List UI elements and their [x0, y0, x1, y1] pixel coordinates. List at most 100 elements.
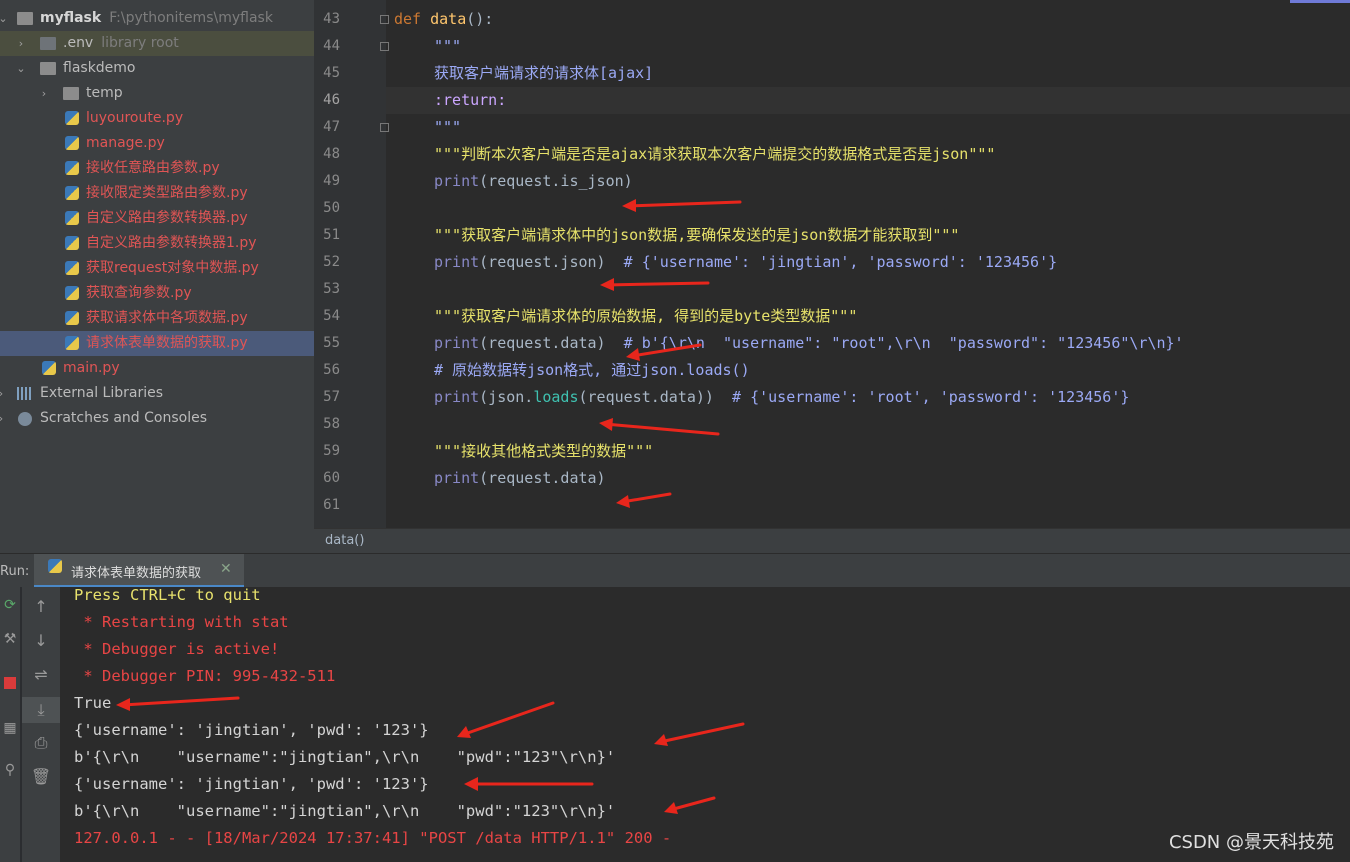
run-tab[interactable]: 请求体表单数据的获取 ✕ [34, 554, 244, 588]
line-number: 53 [323, 281, 340, 297]
chevron-right-icon[interactable]: › [37, 81, 51, 106]
tree-file[interactable]: 获取请求体中各项数据.py [0, 306, 314, 331]
tree-item-label: 接收限定类型路由参数.py [86, 185, 248, 201]
console-line: Press CTRL+C to quit [74, 587, 261, 604]
rerun-icon[interactable]: ⟳ [0, 597, 20, 613]
tree-item-label: 获取request对象中数据.py [86, 260, 259, 276]
breadcrumb-item[interactable]: data() [325, 533, 364, 548]
soft-wrap-icon[interactable]: ⇌ [22, 665, 60, 684]
console-line: * Debugger is active! [74, 640, 280, 658]
tree-item-label: Scratches and Consoles [40, 410, 207, 426]
run-tab-title: 请求体表单数据的获取 [71, 566, 202, 581]
line-number: 55 [323, 335, 340, 351]
python-file-icon [65, 311, 79, 325]
code-editor[interactable]: 43 44 45 46 47 48 49 50 51 52 53 54 55 5… [314, 0, 1350, 528]
layout-icon[interactable]: ▦ [0, 720, 20, 736]
tree-item-label: 自定义路由参数转换器1.py [86, 235, 257, 251]
code-line: """判断本次客户端是否是ajax请求获取本次客户端提交的数据格式是否是json… [434, 145, 996, 163]
tree-item-label: luyouroute.py [86, 110, 184, 126]
run-tool-window-header: Run: 请求体表单数据的获取 ✕ [0, 553, 1350, 588]
library-icon [17, 387, 33, 400]
chevron-down-icon[interactable]: ⌄ [14, 56, 28, 81]
stop-icon[interactable] [0, 677, 20, 693]
breadcrumb[interactable]: data() [314, 528, 1350, 553]
tree-file[interactable]: 接收任意路由参数.py [0, 156, 314, 181]
code-line: # 原始数据转json格式, 通过json.loads() [434, 361, 750, 379]
tree-file[interactable]: luyouroute.py [0, 106, 314, 131]
tree-file-main[interactable]: main.py [0, 356, 314, 381]
tree-item-temp[interactable]: › temp [0, 81, 314, 106]
tree-item-env[interactable]: › .env library root [0, 31, 314, 56]
code-line: print(request.json) # {'username': 'jing… [434, 253, 1058, 271]
line-number: 49 [323, 173, 340, 189]
print-icon[interactable]: ⎙ [22, 733, 60, 753]
tree-item-label: temp [86, 85, 123, 101]
line-number: 59 [323, 443, 340, 459]
tree-scratches[interactable]: › Scratches and Consoles [0, 406, 314, 431]
tree-file[interactable]: 自定义路由参数转换器.py [0, 206, 314, 231]
code-line: """ [434, 37, 462, 55]
chevron-down-icon[interactable]: ⌄ [0, 6, 10, 31]
code-line: print(request.data) [434, 469, 606, 487]
folder-icon [17, 12, 33, 25]
arrow-up-icon[interactable]: ↑ [22, 597, 60, 616]
line-number: 50 [323, 200, 340, 216]
tree-item-label: 接收任意路由参数.py [86, 160, 220, 176]
console-line: {'username': 'jingtian', 'pwd': '123'} [74, 775, 429, 793]
run-toolbar: ↑ ↓ ⇌ ⤓ ⎙ 🗑 [22, 587, 60, 862]
pin-icon[interactable]: ⚲ [0, 762, 20, 778]
tree-file[interactable]: manage.py [0, 131, 314, 156]
tree-item-label: flaskdemo [63, 60, 136, 76]
line-number: 47 [323, 119, 340, 135]
scratches-icon [18, 412, 32, 426]
tree-item-label: External Libraries [40, 385, 163, 401]
line-number: 44 [323, 38, 340, 54]
code-line: 获取客户端请求的请求体[ajax] [434, 64, 654, 82]
line-number: 48 [323, 146, 340, 162]
console-line: b'{\r\n "username":"jingtian",\r\n "pwd"… [74, 748, 616, 766]
trash-icon[interactable]: 🗑 [22, 767, 60, 786]
python-file-icon [65, 236, 79, 250]
chevron-right-icon[interactable]: › [0, 381, 8, 406]
run-console[interactable]: Press CTRL+C to quit * Restarting with s… [60, 587, 1350, 862]
folder-icon [40, 37, 56, 50]
python-file-icon [42, 361, 56, 375]
tree-item-label: 请求体表单数据的获取.py [86, 335, 248, 351]
python-file-icon [65, 186, 79, 200]
python-file-icon [65, 136, 79, 150]
folder-icon [63, 87, 79, 100]
wrench-icon[interactable]: ⚒ [0, 631, 20, 647]
chevron-right-icon[interactable]: › [0, 406, 8, 431]
line-number-current: 46 [323, 92, 340, 108]
tree-file[interactable]: 获取查询参数.py [0, 281, 314, 306]
tree-item-label: manage.py [86, 135, 165, 151]
tree-item-flaskdemo[interactable]: ⌄ flaskdemo [0, 56, 314, 81]
tree-external-libraries[interactable]: › External Libraries [0, 381, 314, 406]
line-number: 57 [323, 389, 340, 405]
console-line: b'{\r\n "username":"jingtian",\r\n "pwd"… [74, 802, 616, 820]
run-label: Run: [0, 564, 30, 579]
watermark: CSDN @景天科技苑 [1168, 832, 1334, 853]
tree-file[interactable]: 自定义路由参数转换器1.py [0, 231, 314, 256]
line-number: 60 [323, 470, 340, 486]
tree-file[interactable]: 获取request对象中数据.py [0, 256, 314, 281]
line-number: 58 [323, 416, 340, 432]
tree-file-selected[interactable]: 请求体表单数据的获取.py [0, 331, 314, 356]
run-toolbar-left: ⟳ ⚒ ▦ ⚲ [0, 587, 20, 862]
chevron-right-icon[interactable]: › [14, 31, 28, 56]
line-number: 45 [323, 65, 340, 81]
editor-tab-indicator [1290, 0, 1350, 3]
arrow-down-icon[interactable]: ↓ [22, 631, 60, 650]
code-line: """获取客户端请求体的原始数据, 得到的是byte类型数据""" [434, 307, 858, 325]
python-file-icon [65, 336, 79, 350]
tree-item-label: 自定义路由参数转换器.py [86, 210, 248, 226]
close-icon[interactable]: ✕ [220, 561, 232, 577]
python-file-icon [65, 111, 79, 125]
scroll-to-end-icon[interactable]: ⤓ [22, 697, 60, 723]
tree-root-myflask[interactable]: ⌄ myflask F:\pythonitems\myflask [0, 6, 314, 31]
tree-file[interactable]: 接收限定类型路由参数.py [0, 181, 314, 206]
library-root-note: library root [101, 35, 179, 51]
python-file-icon [65, 261, 79, 275]
line-number: 52 [323, 254, 340, 270]
folder-icon [40, 62, 56, 75]
